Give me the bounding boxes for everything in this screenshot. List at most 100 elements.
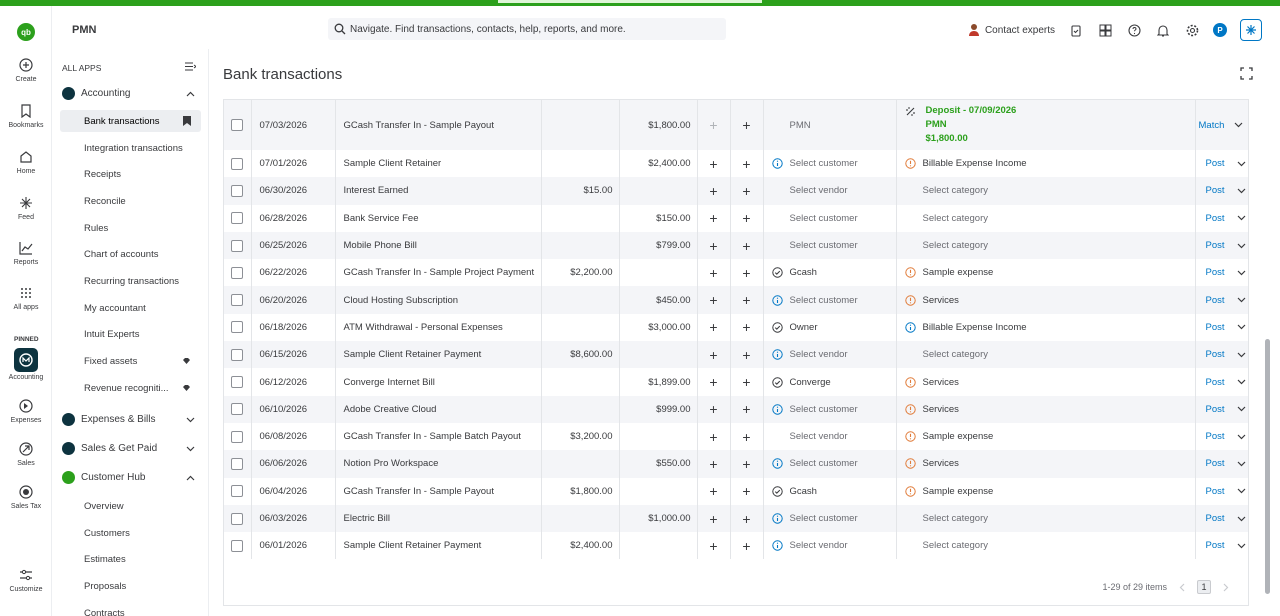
- chevron-down-icon[interactable]: [1237, 215, 1246, 221]
- row-category[interactable]: Services: [896, 450, 1196, 478]
- chevron-down-icon[interactable]: [1237, 297, 1246, 303]
- chevron-down-icon[interactable]: [1237, 161, 1246, 167]
- row-payee[interactable]: Gcash: [763, 259, 897, 287]
- sidebar-item-fixed-assets[interactable]: Fixed assets: [60, 350, 201, 372]
- bookmark-filled-icon[interactable]: [183, 116, 191, 126]
- chevron-down-icon[interactable]: [1237, 188, 1246, 194]
- row-payee[interactable]: Gcash: [763, 477, 897, 505]
- row-category[interactable]: Sample expense: [896, 422, 1196, 451]
- row-checkbox[interactable]: [231, 212, 244, 225]
- table-row[interactable]: 06/15/2026 Sample Client Retainer Payment…: [224, 341, 1248, 369]
- add-plus-icon[interactable]: +: [742, 483, 750, 499]
- row-checkbox[interactable]: [231, 321, 244, 334]
- post-button[interactable]: Post: [1206, 158, 1225, 169]
- table-row[interactable]: 06/25/2026 Mobile Phone Bill $799.00 + + Sele…: [224, 231, 1248, 260]
- split-plus-icon[interactable]: +: [709, 319, 717, 335]
- table-row[interactable]: 06/06/2026 Notion Pro Workspace $550.00 + + S…: [224, 450, 1248, 478]
- table-row[interactable]: 06/30/2026 Interest Earned $15.00 + + Select …: [224, 177, 1248, 205]
- sidebar-item-recurring-transactions[interactable]: Recurring transactions: [60, 270, 201, 292]
- table-row[interactable]: 06/12/2026 Converge Internet Bill $1,899.0…: [224, 368, 1248, 396]
- row-payee[interactable]: Select vendor: [763, 177, 897, 205]
- row-checkbox[interactable]: [231, 184, 244, 197]
- chevron-down-icon[interactable]: [1237, 461, 1246, 467]
- post-button[interactable]: Post: [1206, 513, 1225, 524]
- table-row[interactable]: 07/03/2026 GCash Transfer In - Sample Pa…: [224, 100, 1248, 150]
- chevron-down-icon[interactable]: [1237, 434, 1246, 440]
- add-plus-icon[interactable]: +: [742, 210, 750, 226]
- sidebar-item-overview[interactable]: Overview: [60, 495, 201, 517]
- post-button[interactable]: Post: [1206, 540, 1225, 551]
- row-checkbox[interactable]: [231, 348, 244, 361]
- row-category[interactable]: Select category: [896, 204, 1196, 232]
- rail-sales-tax[interactable]: Sales Tax: [0, 483, 52, 510]
- add-plus-icon[interactable]: +: [742, 429, 750, 445]
- user-avatar[interactable]: P: [1213, 23, 1227, 37]
- split-plus-icon[interactable]: +: [709, 265, 717, 281]
- row-payee[interactable]: Select vendor: [763, 341, 897, 369]
- add-plus-icon[interactable]: +: [742, 538, 750, 554]
- rail-customize[interactable]: Customize: [0, 566, 52, 593]
- chevron-down-icon[interactable]: [1237, 243, 1246, 249]
- row-checkbox[interactable]: [231, 512, 244, 525]
- table-row[interactable]: 06/18/2026 ATM Withdrawal - Personal Expe…: [224, 313, 1248, 342]
- company-name[interactable]: PMN: [72, 24, 96, 36]
- row-checkbox[interactable]: [231, 119, 244, 131]
- rail-bookmarks[interactable]: Bookmarks: [0, 102, 52, 129]
- row-checkbox[interactable]: [231, 376, 244, 389]
- table-row[interactable]: 07/01/2026 Sample Client Retainer $2,400.0…: [224, 150, 1248, 178]
- chevron-down-icon[interactable]: [1237, 352, 1246, 358]
- row-checkbox[interactable]: [231, 430, 244, 443]
- chevron-down-icon[interactable]: [1237, 488, 1246, 494]
- sidebar-item-customers[interactable]: Customers: [60, 522, 201, 544]
- row-category[interactable]: Select category: [896, 341, 1196, 369]
- rail-create[interactable]: Create: [0, 56, 52, 83]
- table-row[interactable]: 06/20/2026 Cloud Hosting Subscription $450…: [224, 286, 1248, 314]
- chevron-right-icon[interactable]: [1223, 583, 1229, 592]
- row-category[interactable]: Billable Expense Income: [896, 150, 1196, 178]
- row-payee[interactable]: Select customer: [763, 450, 897, 478]
- add-plus-icon[interactable]: +: [742, 238, 750, 254]
- sidebar-item-proposals[interactable]: Proposals: [60, 575, 201, 597]
- row-payee[interactable]: Select customer: [763, 395, 897, 423]
- rail-sales[interactable]: Sales: [0, 440, 52, 467]
- page-number[interactable]: 1: [1197, 580, 1211, 594]
- table-row[interactable]: 06/10/2026 Adobe Creative Cloud $999.00 + + S…: [224, 395, 1248, 423]
- split-plus-icon[interactable]: +: [709, 456, 717, 472]
- post-button[interactable]: Post: [1206, 349, 1225, 360]
- sidebar-item-contracts[interactable]: Contracts: [60, 602, 201, 616]
- sidebar-item-rules[interactable]: Rules: [60, 217, 201, 239]
- row-match-suggestion[interactable]: Deposit - 07/09/2026 PMN $1,800.00: [896, 100, 1196, 150]
- sidebar-section-customer-hub[interactable]: Customer Hub: [62, 471, 199, 484]
- split-plus-icon[interactable]: +: [709, 156, 717, 172]
- split-plus-icon[interactable]: +: [709, 429, 717, 445]
- chevron-down-icon[interactable]: [1237, 324, 1246, 330]
- rail-home[interactable]: Home: [0, 148, 52, 175]
- split-plus-icon[interactable]: +: [709, 183, 717, 199]
- sidebar-section-sales-get-paid[interactable]: Sales & Get Paid: [62, 442, 199, 455]
- sidebar-item-my-accountant[interactable]: My accountant: [60, 297, 201, 319]
- add-plus-icon[interactable]: +: [742, 117, 750, 133]
- add-plus-icon[interactable]: +: [742, 347, 750, 363]
- chevron-down-icon[interactable]: [1234, 122, 1243, 128]
- add-plus-icon[interactable]: +: [742, 265, 750, 281]
- add-plus-icon[interactable]: +: [742, 156, 750, 172]
- row-checkbox[interactable]: [231, 485, 244, 498]
- row-category[interactable]: Select category: [896, 177, 1196, 205]
- add-plus-icon[interactable]: +: [742, 374, 750, 390]
- split-plus-icon[interactable]: +: [709, 210, 717, 226]
- row-category[interactable]: Select category: [896, 231, 1196, 260]
- match-button[interactable]: Match: [1199, 120, 1225, 131]
- row-payee[interactable]: PMN: [763, 100, 897, 150]
- split-plus-icon[interactable]: +: [709, 374, 717, 390]
- row-checkbox[interactable]: [231, 403, 244, 416]
- rail-reports[interactable]: Reports: [0, 239, 52, 266]
- add-plus-icon[interactable]: +: [742, 456, 750, 472]
- post-button[interactable]: Post: [1206, 240, 1225, 251]
- add-plus-icon[interactable]: +: [742, 511, 750, 527]
- chevron-down-icon[interactable]: [1237, 379, 1246, 385]
- row-checkbox[interactable]: [231, 266, 244, 279]
- sidebar-item-bank-transactions[interactable]: Bank transactions: [60, 110, 201, 132]
- row-checkbox[interactable]: [231, 457, 244, 470]
- help-icon[interactable]: [1126, 22, 1142, 38]
- post-button[interactable]: Post: [1206, 404, 1225, 415]
